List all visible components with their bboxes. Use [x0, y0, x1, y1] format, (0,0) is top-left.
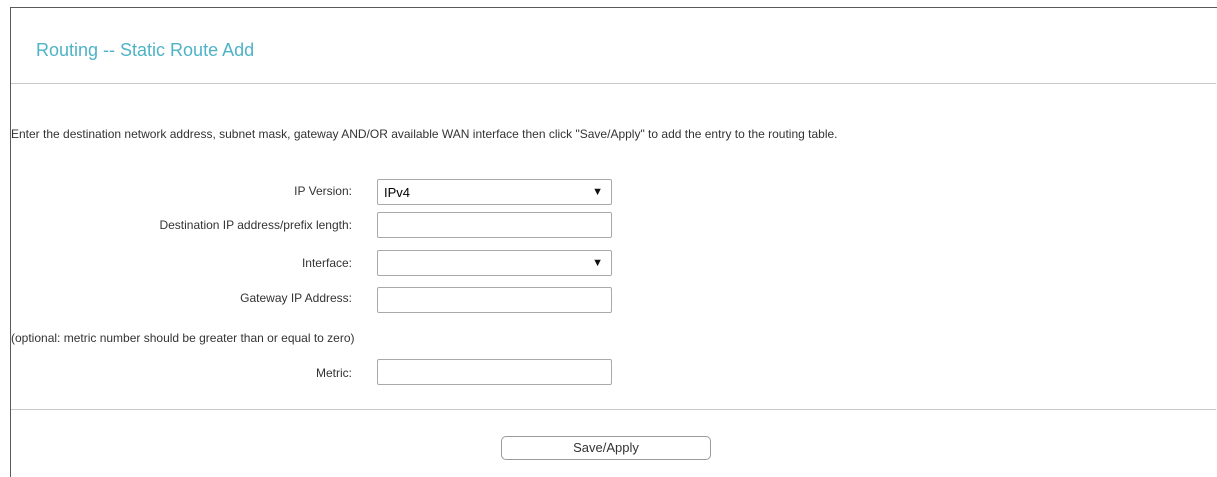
interface-select[interactable]: ▼ [377, 250, 612, 276]
metric-label: Metric: [316, 366, 352, 380]
metric-input[interactable] [377, 359, 612, 385]
title-divider [11, 83, 1216, 84]
interface-label: Interface: [301, 256, 352, 270]
chevron-down-icon: ▼ [592, 186, 603, 198]
destination-input[interactable] [377, 212, 612, 238]
save-apply-button[interactable]: Save/Apply [501, 436, 711, 460]
metric-note: (optional: metric number should be great… [11, 331, 355, 345]
ip-version-label: IP Version: [294, 184, 352, 198]
instructions-text: Enter the destination network address, s… [11, 127, 838, 141]
chevron-down-icon: ▼ [592, 257, 603, 269]
ip-version-select[interactable]: IPv4 ▼ [377, 179, 612, 205]
ip-version-value: IPv4 [384, 184, 411, 200]
content-frame: Routing -- Static Route Add Enter the de… [10, 7, 1217, 477]
gateway-input[interactable] [377, 287, 612, 313]
destination-label: Destination IP address/prefix length: [159, 218, 352, 232]
page-title: Routing -- Static Route Add [36, 40, 255, 60]
form-divider [11, 409, 1216, 410]
gateway-label: Gateway IP Address: [240, 291, 352, 305]
